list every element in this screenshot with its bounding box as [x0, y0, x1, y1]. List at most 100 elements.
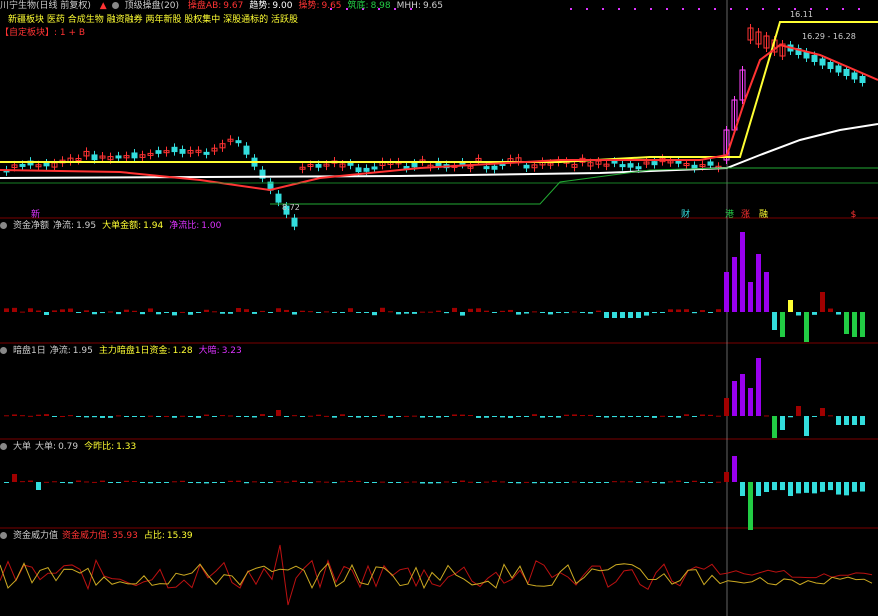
panel4-name[interactable]: 资金威力值	[13, 531, 58, 541]
p1-bar	[412, 312, 417, 314]
p3-bar	[452, 482, 457, 483]
main-value-2: 操势:	[298, 1, 320, 11]
p3-bar	[428, 482, 433, 484]
p3-bar	[652, 482, 657, 483]
panel2-value-1: 主力暗盘1日资金:	[98, 346, 171, 356]
indicator-name[interactable]: 顶级操盘(20)	[125, 1, 179, 11]
p1-bar	[76, 312, 81, 313]
p1-bar	[364, 312, 369, 313]
candle-body	[611, 160, 618, 164]
p1-bar	[244, 309, 249, 312]
panel2-number-1: 1.28	[172, 346, 193, 356]
p3-bar	[204, 482, 209, 484]
panel2-gear-icon[interactable]	[0, 347, 7, 354]
event-tag-5[interactable]: $	[848, 210, 859, 220]
p2-bar	[356, 416, 361, 418]
main-value-4: MHH:	[396, 1, 421, 11]
p1-bar	[52, 310, 57, 312]
panel3-name[interactable]: 大单	[13, 442, 31, 452]
p1-bar	[764, 272, 769, 312]
panel1-gear-icon[interactable]	[0, 222, 7, 229]
candle-body	[675, 160, 682, 164]
p2-bar	[428, 416, 433, 417]
p3-bar	[20, 481, 25, 483]
p2-bar	[404, 415, 409, 417]
top-marker	[586, 8, 588, 10]
p1-bar	[612, 312, 617, 318]
p3-bar	[12, 474, 17, 482]
main-value-1: 趋势:	[249, 1, 271, 11]
p3-bar	[172, 481, 177, 483]
event-tag-1[interactable]: 财	[680, 210, 691, 220]
p1-bar	[204, 309, 209, 312]
p1-bar	[212, 311, 217, 313]
p3-bar	[380, 481, 385, 483]
panel4-gear-icon[interactable]	[0, 532, 7, 539]
p3-bar	[332, 482, 337, 484]
p1-bar	[340, 312, 345, 313]
p2-bar	[756, 358, 761, 416]
event-tag-4[interactable]: 融	[758, 210, 769, 220]
panel1-name[interactable]: 资金净额	[13, 221, 49, 231]
p1-bar	[44, 312, 49, 315]
p3-bar	[836, 482, 841, 495]
power-red-line	[0, 544, 873, 606]
p2-bar	[844, 416, 849, 425]
p1-bar	[148, 308, 153, 312]
p2-bar	[348, 416, 353, 417]
p1-bar	[108, 311, 113, 313]
p1-bar	[572, 311, 577, 313]
p2-bar	[180, 415, 185, 417]
p3-bar	[348, 480, 353, 482]
candle-body	[363, 167, 370, 172]
panel2-name[interactable]: 暗盘1日	[13, 346, 46, 356]
event-tag-3[interactable]: 涨	[740, 210, 751, 220]
top-marker	[682, 8, 684, 10]
event-tag-0[interactable]: 新	[30, 210, 41, 220]
p1-bar	[532, 311, 537, 313]
p2-bar	[660, 415, 665, 417]
main-indicator-values: 操盘AB: 9.67 趋势: 9.00 操势: 9.65 筑底: 8.98 MHH: 9.65	[188, 1, 449, 11]
p3-bar	[156, 482, 161, 483]
p1-bar	[748, 282, 753, 312]
p1-bar	[828, 308, 833, 312]
p1-bar	[820, 292, 825, 312]
candle-body	[179, 148, 186, 154]
panel4-value-0: 资金威力值:	[62, 531, 111, 541]
p1-bar	[388, 311, 393, 313]
p2-bar	[372, 416, 377, 417]
p3-bar	[580, 482, 585, 483]
candle-body	[691, 164, 698, 170]
p3-bar	[476, 482, 481, 483]
p1-bar	[28, 308, 33, 312]
p1-bar	[436, 310, 441, 312]
main-number-3: 8.98	[370, 1, 391, 11]
stock-name[interactable]: 川宁生物(日线 前复权)	[0, 1, 91, 11]
p1-bar	[292, 312, 297, 315]
p3-bar	[76, 480, 81, 482]
p3-bar	[260, 482, 265, 483]
p1-bar	[684, 309, 689, 312]
panel3-gear-icon[interactable]	[0, 443, 7, 450]
panel4-header: 资金威力值 资金威力值: 35.93 占比: 15.39	[0, 530, 205, 542]
panel2-number-2: 3.23	[221, 346, 242, 356]
indicator-gear-icon[interactable]	[111, 2, 119, 9]
panel2-number-0: 1.95	[72, 346, 93, 356]
p2-bar	[44, 414, 49, 416]
p2-bar	[204, 414, 209, 416]
p2-bar	[596, 416, 601, 417]
p2-bar	[572, 414, 577, 416]
stock-chart-canvas[interactable]	[0, 0, 878, 616]
panel3-value-1: 今昨比:	[84, 442, 115, 452]
panel1-value-2: 净流比:	[169, 221, 200, 231]
p2-bar	[820, 408, 825, 416]
p1-bar	[372, 312, 377, 316]
p2-bar	[740, 374, 745, 416]
p3-bar	[588, 482, 593, 483]
p3-bar	[548, 482, 553, 484]
p3-bar	[412, 481, 417, 483]
p1-bar	[740, 232, 745, 312]
candle-body	[355, 167, 362, 173]
candle-body	[19, 163, 26, 167]
event-tag-2[interactable]: 港	[724, 210, 735, 220]
